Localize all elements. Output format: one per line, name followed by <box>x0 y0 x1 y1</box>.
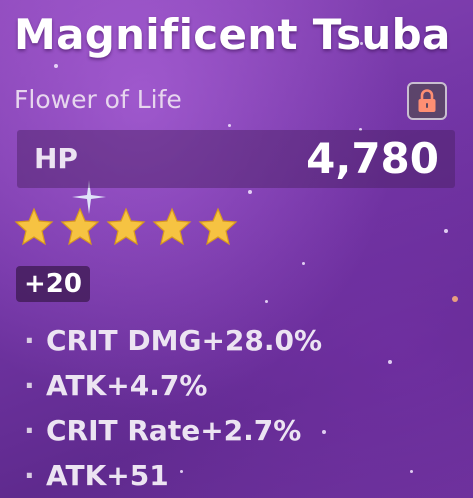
sparkle <box>302 262 305 265</box>
star-icon <box>14 207 54 246</box>
lock-icon <box>418 89 436 112</box>
main-stat-label: HP <box>34 142 78 175</box>
bullet: · <box>24 459 35 492</box>
sparkle <box>322 430 326 434</box>
substat-item: · CRIT DMG+28.0% <box>24 318 322 363</box>
main-stat-bar: HP 4,780 <box>17 130 455 188</box>
star-icon <box>60 207 100 246</box>
star-icon <box>106 207 146 246</box>
star-icon <box>152 207 192 246</box>
bullet: · <box>24 324 35 357</box>
substat-text: ATK+4.7% <box>46 369 208 402</box>
sparkle <box>452 296 458 302</box>
sparkle <box>388 360 392 364</box>
main-stat-value: 4,780 <box>306 134 439 183</box>
sparkle <box>444 229 448 233</box>
sparkle <box>265 300 268 303</box>
bullet: · <box>24 414 35 447</box>
star-icon <box>198 207 238 246</box>
artifact-name: Magnificent Tsuba <box>14 10 451 59</box>
artifact-slot: Flower of Life <box>14 85 182 114</box>
sparkle <box>228 124 231 127</box>
substat-text: CRIT Rate+2.7% <box>46 414 302 447</box>
rarity-stars <box>14 207 238 247</box>
sparkle <box>410 470 413 473</box>
substat-item: · CRIT Rate+2.7% <box>24 408 322 453</box>
sparkle <box>248 190 252 194</box>
lock-button[interactable] <box>407 82 447 120</box>
bullet: · <box>24 369 35 402</box>
level-badge: +20 <box>16 266 90 302</box>
substat-item: · ATK+4.7% <box>24 363 322 408</box>
substat-text: ATK+51 <box>46 459 169 492</box>
substat-item: · ATK+51 <box>24 453 322 498</box>
sparkle <box>54 64 58 68</box>
substat-list: · CRIT DMG+28.0% · ATK+4.7% · CRIT Rate+2.7… <box>24 318 322 498</box>
substat-text: CRIT DMG+28.0% <box>46 324 323 357</box>
